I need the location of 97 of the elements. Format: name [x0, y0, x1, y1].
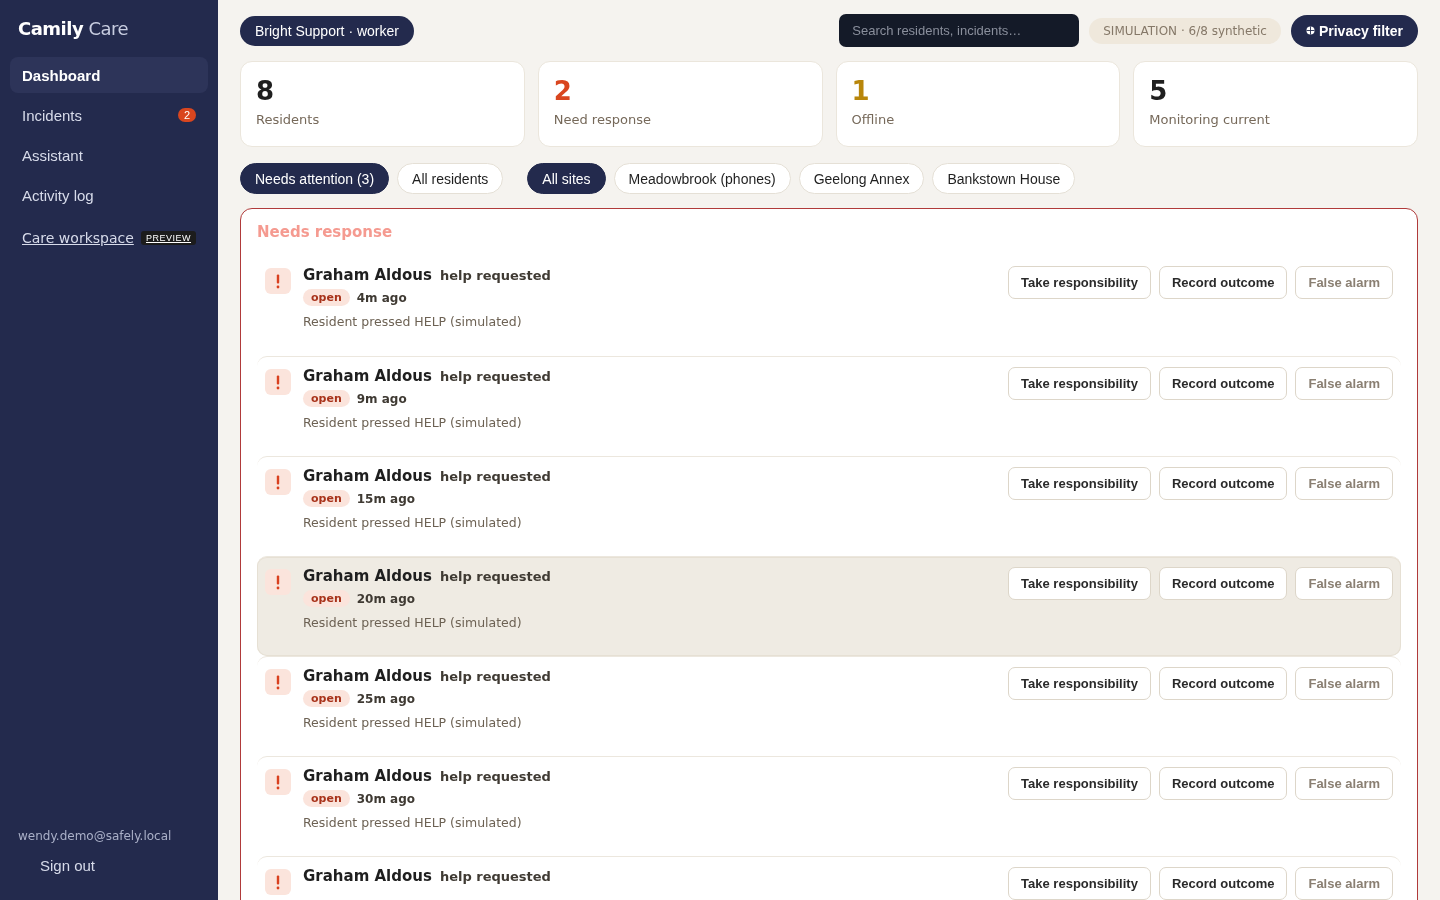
time-ago: 30m ago	[356, 791, 416, 806]
incident-row[interactable]: Graham Aldous help requested open 20m ago Resident pressed HELP (simulated) Take responsibility Record outcome False alarm	[257, 556, 1401, 656]
incident-detail: Resident pressed HELP (simulated)	[303, 415, 523, 430]
site-chip[interactable]: Meadowbrook (phones)	[613, 163, 791, 194]
event-type: help requested	[439, 369, 551, 384]
alert-icon	[265, 469, 291, 495]
status-tag: open	[303, 790, 350, 807]
action-button[interactable]: Record outcome	[1158, 467, 1288, 500]
action-button[interactable]: Record outcome	[1158, 867, 1288, 900]
action-button[interactable]: Record outcome	[1158, 367, 1288, 400]
action-button[interactable]: Take responsibility	[1008, 867, 1151, 900]
stat-label: Offline	[851, 112, 895, 127]
nav-item[interactable]: Activity log	[10, 177, 208, 213]
resident-name: Graham Aldous	[303, 367, 432, 385]
incident-row[interactable]: Graham Aldous help requested open 25m ago Resident pressed HELP (simulated) Take responsibility Record outcome False alarm	[257, 656, 1401, 756]
incident-detail: Resident pressed HELP (simulated)	[303, 314, 523, 329]
event-type: help requested	[439, 669, 551, 684]
alert-icon	[265, 369, 291, 395]
event-type: help requested	[439, 769, 551, 784]
workspace-link[interactable]: Care workspace	[22, 230, 134, 246]
status-tag: open	[303, 590, 350, 607]
incident-row[interactable]: Graham Aldous help requested open 30m ago Resident pressed HELP (simulated) Take responsibility Record outcome False alarm	[257, 756, 1401, 856]
time-ago: 25m ago	[356, 691, 416, 706]
search-field[interactable]: Search residents, incidents…	[839, 14, 1080, 47]
time-ago: 4m ago	[356, 290, 407, 305]
resident-name: Graham Aldous	[303, 867, 432, 885]
nav-item[interactable]: Incidents 2	[10, 97, 208, 133]
incident-row[interactable]: Graham Aldous help requested open 4m ago Resident pressed HELP (simulated) Take responsibility Record outcome False alarm	[257, 256, 1401, 356]
action-button[interactable]: False alarm	[1295, 367, 1393, 400]
time-ago: 20m ago	[356, 591, 416, 606]
stat-value: 1	[851, 76, 870, 106]
action-button[interactable]: False alarm	[1295, 266, 1393, 299]
status-tag: open	[303, 289, 350, 306]
incident-detail: Resident pressed HELP (simulated)	[303, 615, 523, 630]
site-chip[interactable]: All sites	[527, 163, 606, 194]
privacy-filter-button[interactable]: Privacy filter	[1290, 14, 1418, 47]
time-ago: 9m ago	[356, 391, 407, 406]
status-tag: open	[303, 390, 350, 407]
filter-chip[interactable]: All residents	[397, 163, 504, 194]
brand-logo: Camily Care	[18, 18, 130, 39]
resident-name: Graham Aldous	[303, 767, 432, 785]
action-button[interactable]: False alarm	[1295, 567, 1393, 600]
alert-icon	[265, 569, 291, 595]
stat-value: 5	[1149, 76, 1168, 106]
action-button[interactable]: Take responsibility	[1008, 467, 1151, 500]
incident-detail: Resident pressed HELP (simulated)	[303, 715, 523, 730]
alert-icon	[265, 869, 291, 895]
alert-icon	[265, 769, 291, 795]
site-chip[interactable]: Geelong Annex	[798, 163, 925, 194]
user-email: wendy.demo@safely.local	[18, 829, 173, 843]
stat-label: Need response	[553, 112, 651, 127]
nav-item[interactable]: Dashboard	[10, 57, 208, 93]
resident-name: Graham Aldous	[303, 567, 432, 585]
preview-tag: PREVIEW	[141, 231, 196, 245]
action-button[interactable]: Record outcome	[1158, 667, 1288, 700]
stat-value: 2	[553, 76, 572, 106]
incident-row[interactable]: Graham Aldous help requested open 9m ago Resident pressed HELP (simulated) Take responsibility Record outcome False alarm	[257, 356, 1401, 456]
incident-row[interactable]: Graham Aldous help requested Take responsibility Record outcome False alarm	[257, 856, 1401, 900]
action-button[interactable]: Take responsibility	[1008, 767, 1151, 800]
simulation-badge: SIMULATION · 6/8 synthetic	[1089, 17, 1281, 44]
incident-detail: Resident pressed HELP (simulated)	[303, 815, 523, 830]
action-button[interactable]: False alarm	[1295, 467, 1393, 500]
action-button[interactable]: Record outcome	[1158, 567, 1288, 600]
globe-icon	[1305, 26, 1315, 35]
resident-name: Graham Aldous	[303, 467, 432, 485]
status-tag: open	[303, 690, 350, 707]
action-button[interactable]: False alarm	[1295, 867, 1393, 900]
resident-name: Graham Aldous	[303, 667, 432, 685]
stat-label: Monitoring current	[1149, 112, 1270, 127]
action-button[interactable]: Take responsibility	[1008, 567, 1151, 600]
action-button[interactable]: Record outcome	[1158, 266, 1288, 299]
action-button[interactable]: Take responsibility	[1008, 367, 1151, 400]
alert-icon	[265, 268, 291, 294]
stat-value: 8	[256, 76, 275, 106]
action-button[interactable]: Take responsibility	[1008, 667, 1151, 700]
event-type: help requested	[439, 569, 551, 584]
resident-name: Graham Aldous	[303, 266, 432, 284]
nav-item[interactable]: Assistant	[10, 137, 208, 173]
action-button[interactable]: Take responsibility	[1008, 266, 1151, 299]
alert-icon	[265, 669, 291, 695]
site-chip[interactable]: Bankstown House	[932, 163, 1076, 194]
incident-detail: Resident pressed HELP (simulated)	[303, 515, 523, 530]
event-type: help requested	[439, 469, 551, 484]
filter-chip[interactable]: Needs attention (3)	[240, 163, 390, 194]
event-type: help requested	[439, 869, 551, 884]
status-tag: open	[303, 490, 350, 507]
panel-title: Needs response	[257, 223, 394, 241]
event-type: help requested	[439, 268, 551, 283]
action-button[interactable]: Record outcome	[1158, 767, 1288, 800]
action-button[interactable]: False alarm	[1295, 767, 1393, 800]
action-button[interactable]: False alarm	[1295, 667, 1393, 700]
organization-pill: Bright Support · worker	[240, 15, 414, 46]
sign-out-button[interactable]: Sign out	[18, 853, 118, 878]
time-ago: 15m ago	[356, 491, 416, 506]
stat-label: Residents	[256, 112, 320, 127]
incident-row[interactable]: Graham Aldous help requested open 15m ago Resident pressed HELP (simulated) Take responsibility Record outcome False alarm	[257, 456, 1401, 556]
count-badge: 2	[177, 108, 196, 122]
